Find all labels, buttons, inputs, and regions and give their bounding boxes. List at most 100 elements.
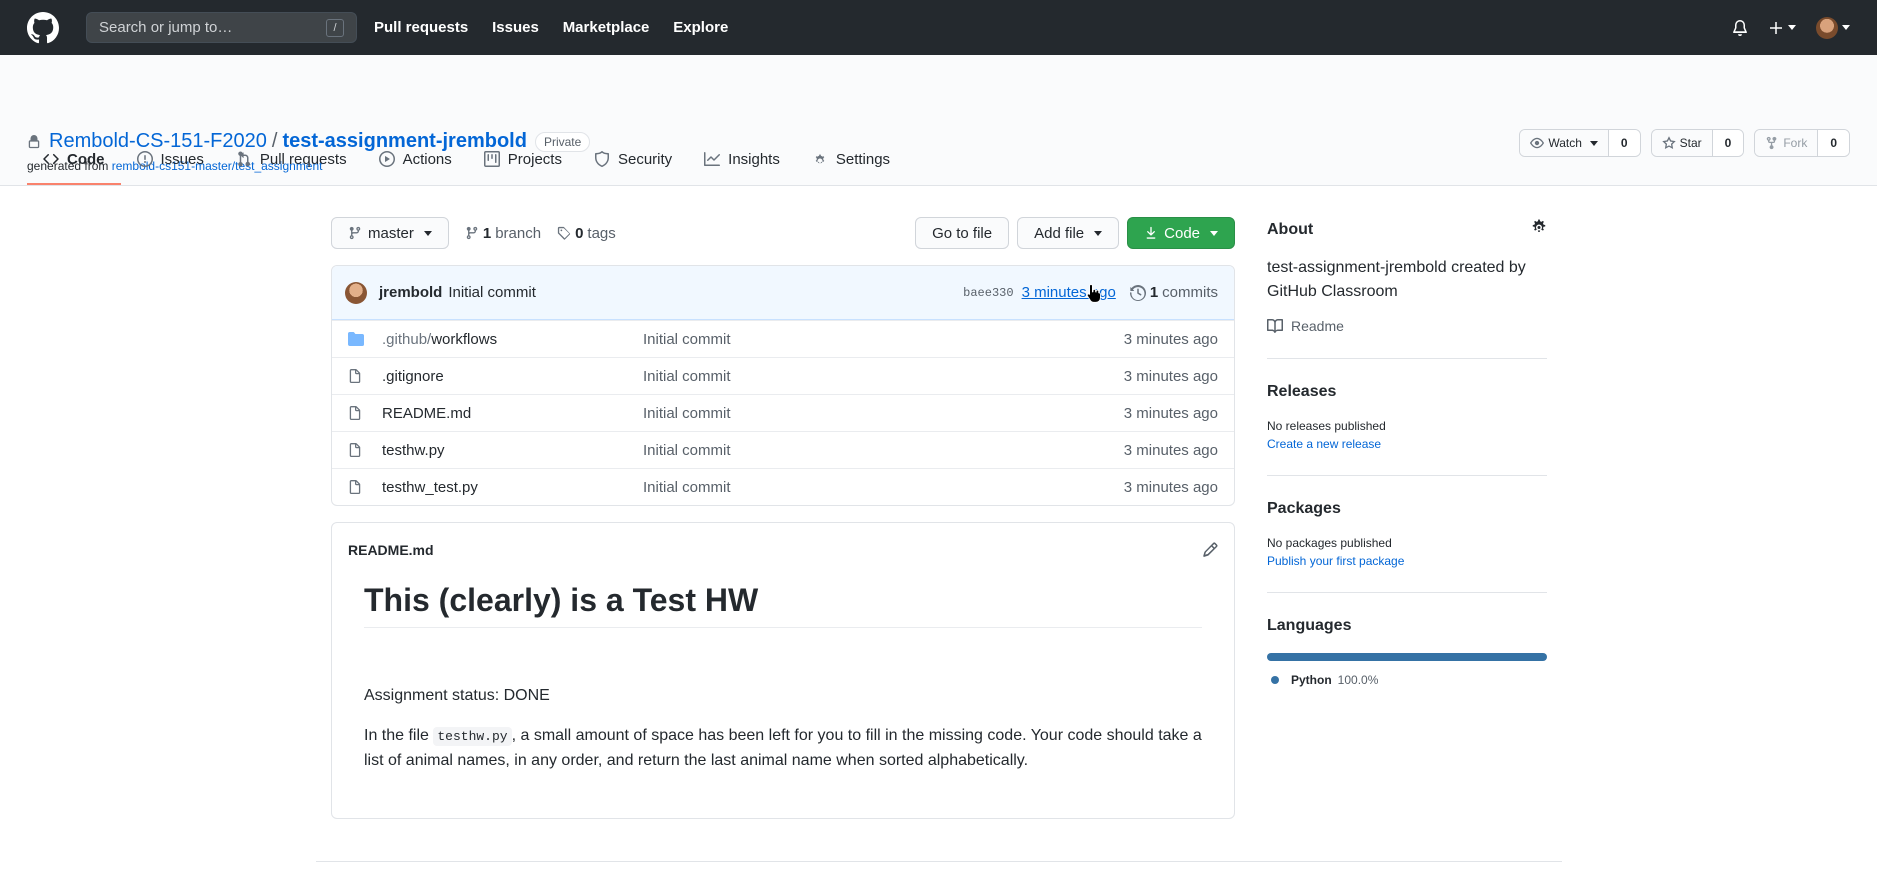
readme-code: testhw.py (433, 727, 512, 746)
file-row[interactable]: .github/workflows Initial commit 3 minut… (332, 320, 1234, 357)
tab-issues[interactable]: Issues (121, 135, 220, 185)
file-toolbar: master 1 branch 0 tags Go to file Add fi… (331, 217, 1235, 249)
pencil-icon[interactable] (1202, 542, 1218, 558)
main-content: master 1 branch 0 tags Go to file Add fi… (331, 217, 1235, 819)
publish-package-link[interactable]: Publish your first package (1267, 554, 1547, 568)
tab-projects[interactable]: Projects (468, 135, 578, 185)
language-item[interactable]: Python 100.0% (1267, 673, 1547, 687)
commit-label: commits (1162, 284, 1218, 301)
chevron-down-icon (1842, 25, 1850, 30)
tags-link[interactable]: 0 tags (557, 225, 616, 242)
readme-link[interactable]: Readme (1267, 318, 1547, 334)
chevron-down-icon (1210, 230, 1218, 236)
tab-settings[interactable]: Settings (796, 135, 906, 185)
tag-icon (557, 226, 571, 240)
github-logo-icon[interactable] (27, 11, 59, 44)
watch-button[interactable]: Watch (1520, 130, 1609, 156)
tab-insights[interactable]: Insights (688, 135, 796, 185)
gear-icon[interactable] (1531, 219, 1547, 240)
file-commit-link[interactable]: Initial commit (643, 479, 1124, 496)
code-icon (43, 153, 59, 165)
user-menu[interactable] (1816, 16, 1850, 39)
file-age: 3 minutes ago (1123, 367, 1218, 385)
language-bar (1267, 653, 1547, 661)
go-to-file-button[interactable]: Go to file (915, 217, 1010, 249)
nav-pull-requests[interactable]: Pull requests (374, 19, 468, 36)
nav-explore[interactable]: Explore (673, 19, 728, 36)
readme-heading: This (clearly) is a Test HW (364, 582, 1202, 628)
commit-history-link[interactable]: 1 commits (1129, 284, 1218, 301)
commit-message-link[interactable]: Initial commit (448, 284, 536, 301)
readme-content: This (clearly) is a Test HW Assignment s… (332, 582, 1234, 773)
header-actions (1732, 16, 1850, 39)
file-link[interactable]: .github/workflows (382, 331, 643, 348)
star-button[interactable]: Star (1651, 130, 1713, 156)
branch-select[interactable]: master (331, 217, 449, 249)
file-age: 3 minutes ago (1123, 441, 1218, 459)
repo-tabs: Code Issues Pull requests Actions Projec… (27, 135, 906, 185)
file-commit-link[interactable]: Initial commit (643, 368, 1124, 385)
add-file-button[interactable]: Add file (1017, 217, 1120, 249)
tab-security[interactable]: Security (578, 135, 688, 185)
file-row[interactable]: README.md Initial commit 3 minutes ago (332, 394, 1234, 431)
nav-issues[interactable]: Issues (492, 19, 539, 36)
folder-icon (348, 331, 366, 347)
repo-actions: Watch 0 Star 0 Fork 0 (1519, 129, 1850, 157)
file-link[interactable]: testhw_test.py (382, 479, 643, 496)
file-commit-link[interactable]: Initial commit (643, 442, 1124, 459)
search-input[interactable]: Search or jump to… / (86, 12, 357, 43)
plus-icon (1770, 21, 1782, 34)
book-icon (1267, 319, 1283, 333)
file-link[interactable]: .gitignore (382, 368, 643, 385)
create-new-menu[interactable] (1768, 20, 1796, 36)
eye-icon (1530, 137, 1545, 149)
code-download-button[interactable]: Code (1127, 217, 1235, 249)
branches-link[interactable]: 1 branch (465, 225, 541, 242)
star-count[interactable]: 0 (1712, 130, 1744, 156)
readme-paragraph: In the file testhw.py, a small amount of… (364, 724, 1202, 773)
file-row[interactable]: testhw_test.py Initial commit 3 minutes … (332, 468, 1234, 505)
file-row[interactable]: testhw.py Initial commit 3 minutes ago (332, 431, 1234, 468)
packages-title[interactable]: Packages (1267, 500, 1547, 518)
watch-count[interactable]: 0 (1608, 130, 1640, 156)
branch-count: 1 (482, 224, 492, 242)
file-link[interactable]: README.md (382, 405, 643, 422)
tab-label: Pull requests (259, 150, 347, 168)
create-release-link[interactable]: Create a new release (1267, 437, 1547, 451)
tab-actions[interactable]: Actions (363, 135, 468, 185)
avatar (1816, 16, 1838, 39)
about-title: About (1267, 220, 1314, 238)
avatar[interactable] (345, 281, 367, 304)
tab-pull-requests[interactable]: Pull requests (220, 135, 363, 185)
commit-author-link[interactable]: jrembold (379, 284, 442, 301)
bell-icon[interactable] (1732, 19, 1748, 36)
watch-label: Watch (1548, 136, 1582, 150)
nav-marketplace[interactable]: Marketplace (563, 19, 650, 36)
fork-button-group: Fork 0 (1754, 129, 1850, 157)
fork-count[interactable]: 0 (1818, 130, 1849, 156)
fork-button[interactable]: Fork (1755, 130, 1819, 156)
language-percent: 100.0% (1337, 673, 1379, 687)
branch-icon (349, 226, 361, 240)
file-row[interactable]: .gitignore Initial commit 3 minutes ago (332, 357, 1234, 394)
commit-sha-link[interactable]: baee330 (963, 286, 1013, 300)
file-commit-link[interactable]: Initial commit (643, 405, 1124, 422)
releases-title[interactable]: Releases (1267, 383, 1547, 401)
file-age: 3 minutes ago (1123, 330, 1218, 348)
about-section: About test-assignment-jrembold created b… (1267, 219, 1547, 359)
chevron-down-icon (1788, 25, 1796, 30)
file-commit-link[interactable]: Initial commit (643, 331, 1124, 348)
tab-label: Insights (728, 150, 780, 168)
file-icon (348, 479, 366, 495)
packages-section: Packages No packages published Publish y… (1267, 500, 1547, 593)
file-link[interactable]: testhw.py (382, 442, 643, 459)
tab-label: Projects (507, 150, 562, 168)
language-color-dot (1271, 676, 1279, 684)
file-path-prefix: .github/ (382, 330, 432, 348)
project-icon (483, 151, 500, 167)
file-icon (348, 442, 366, 458)
star-label: Star (1679, 136, 1702, 150)
tab-code[interactable]: Code (27, 135, 121, 185)
file-icon (348, 405, 366, 421)
releases-text: No releases published (1267, 419, 1386, 433)
